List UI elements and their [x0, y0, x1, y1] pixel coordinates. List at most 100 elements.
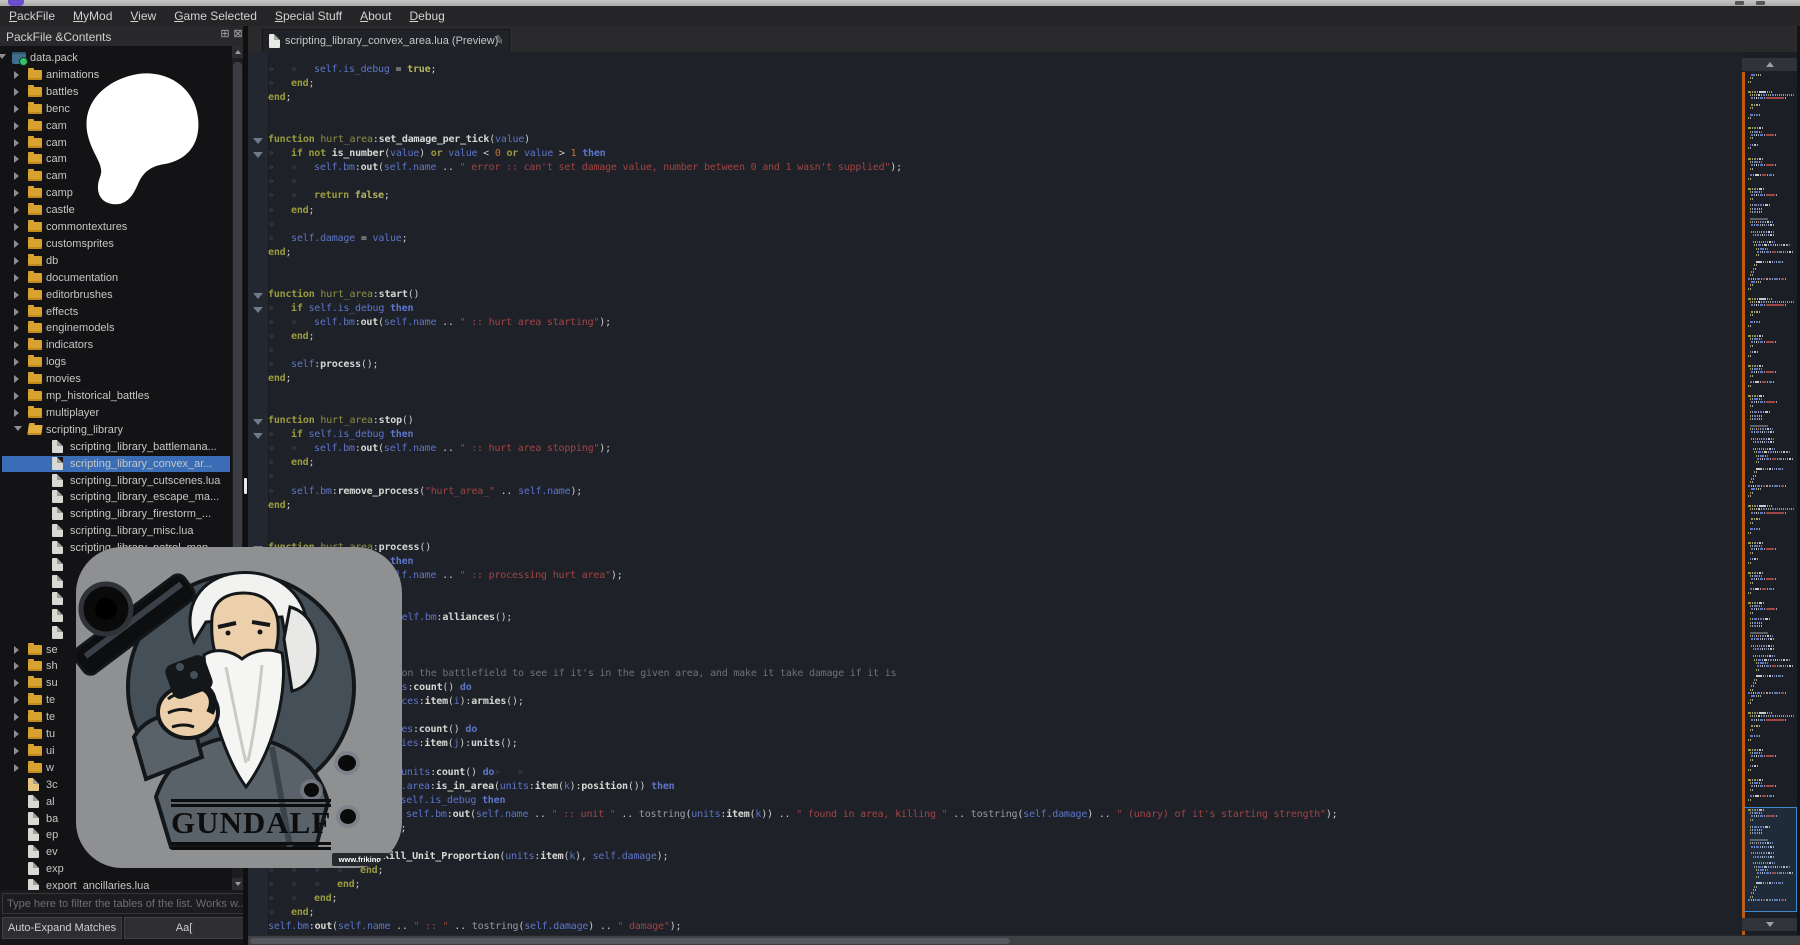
chevron-right-icon[interactable]	[14, 172, 19, 180]
tree-row-folder[interactable]: effects	[2, 304, 230, 320]
tree-scroll-down-icon[interactable]	[232, 878, 243, 890]
menu-item-special-stuff[interactable]: Special Stuff	[266, 6, 351, 26]
tree-row-folder[interactable]: enginemodels	[2, 320, 230, 336]
tree-row-folder[interactable]: data.pack	[2, 50, 230, 66]
folder-icon	[28, 712, 42, 722]
tree-row-folder[interactable]: scripting_library	[2, 422, 230, 438]
tab-scripting-library-convex-area[interactable]: scripting_library_convex_area.lua (Previ…	[262, 29, 510, 53]
chevron-right-icon[interactable]	[14, 646, 19, 654]
minimap-scrollbar[interactable]	[1742, 52, 1797, 935]
chevron-right-icon[interactable]	[14, 206, 19, 214]
gundalf-image-overlay: GUNDALF www.friking.es	[76, 547, 402, 868]
tree-row-folder[interactable]: commontextures	[2, 219, 230, 235]
chevron-right-icon[interactable]	[14, 274, 19, 282]
tree-row-file[interactable]: export_ancillaries.lua	[2, 878, 230, 890]
chevron-right-icon[interactable]	[14, 713, 19, 721]
code-content[interactable]: »»self.is_debug = true;»end;end;function…	[248, 52, 1742, 935]
tree-row-folder[interactable]: indicators	[2, 337, 230, 353]
folder-icon	[28, 408, 42, 418]
menu-item-mymod[interactable]: MyMod	[64, 6, 121, 26]
menu-item-about[interactable]: About	[351, 6, 400, 26]
bullet-hole	[338, 755, 356, 771]
tree-row-file[interactable]: scripting_library_firestorm_...	[2, 506, 230, 522]
chevron-right-icon[interactable]	[14, 71, 19, 79]
chevron-right-icon[interactable]	[14, 679, 19, 687]
tree-filter-input[interactable]	[2, 893, 248, 914]
chevron-right-icon[interactable]	[14, 105, 19, 113]
tree-row-folder[interactable]: editorbrushes	[2, 287, 230, 303]
chevron-down-icon[interactable]	[0, 54, 6, 59]
tree-row-folder[interactable]: db	[2, 253, 230, 269]
tree-row-file[interactable]: scripting_library_cutscenes.lua	[2, 473, 230, 489]
tree-row-file[interactable]: scripting_library_misc.lua	[2, 523, 230, 539]
code-line: »end;	[268, 907, 314, 921]
chevron-right-icon[interactable]	[14, 358, 19, 366]
chevron-right-icon[interactable]	[14, 189, 19, 197]
code-line: »self:process();	[268, 359, 378, 373]
tree-item-label: battles	[46, 86, 78, 98]
menu-item-packfile[interactable]: PackFile	[0, 6, 64, 26]
code-editor[interactable]: »»self.is_debug = true;»end;end;function…	[248, 52, 1742, 935]
auto-expand-matches-button[interactable]: Auto-Expand Matches	[2, 917, 122, 939]
chevron-right-icon[interactable]	[14, 392, 19, 400]
menu-item-view[interactable]: View	[121, 6, 165, 26]
tree-item-label: scripting_library_misc.lua	[70, 525, 194, 537]
chevron-right-icon[interactable]	[14, 88, 19, 96]
folder-icon	[28, 256, 42, 266]
tree-row-folder[interactable]: logs	[2, 354, 230, 370]
pencil-icon[interactable]: ✎	[493, 32, 505, 48]
gundalf-title: GUNDALF	[171, 805, 331, 841]
chevron-down-icon[interactable]	[14, 426, 22, 431]
chevron-right-icon[interactable]	[14, 291, 19, 299]
window-minimize-icon[interactable]	[1735, 1, 1744, 5]
splitter-handle[interactable]	[244, 478, 247, 494]
tree-row-folder[interactable]: documentation	[2, 270, 230, 286]
chevron-right-icon[interactable]	[14, 341, 19, 349]
chevron-right-icon[interactable]	[14, 139, 19, 147]
code-line: »»self.is_debug = true;	[268, 64, 436, 78]
menu-item-debug[interactable]: Debug	[400, 6, 453, 26]
tree-row-folder[interactable]: mp_historical_battles	[2, 388, 230, 404]
editor-scroll-down-icon[interactable]	[1742, 918, 1797, 931]
chevron-right-icon[interactable]	[14, 122, 19, 130]
tree-row-file[interactable]: scripting_library_convex_ar...	[2, 456, 230, 472]
tree-row-folder[interactable]: customsprites	[2, 236, 230, 252]
window-close-icon[interactable]	[1756, 1, 1765, 5]
bullet-hole	[304, 783, 319, 797]
editor-horizontal-scrollbar[interactable]	[248, 935, 1800, 945]
tree-scroll-up-icon[interactable]	[232, 46, 243, 58]
tree-row-folder[interactable]: multiplayer	[2, 405, 230, 421]
chevron-right-icon[interactable]	[14, 764, 19, 772]
chevron-right-icon[interactable]	[14, 257, 19, 265]
tree-item-label: su	[46, 677, 58, 689]
chevron-right-icon[interactable]	[14, 696, 19, 704]
chevron-right-icon[interactable]	[14, 730, 19, 738]
chevron-right-icon[interactable]	[14, 155, 19, 163]
case-sensitive-button[interactable]: Aa[	[124, 917, 244, 939]
lua-file-icon	[52, 626, 63, 639]
lua-file-icon	[52, 457, 63, 470]
chevron-right-icon[interactable]	[14, 324, 19, 332]
tree-row-file[interactable]: scripting_library_escape_ma...	[2, 489, 230, 505]
chevron-right-icon[interactable]	[14, 747, 19, 755]
chevron-right-icon[interactable]	[14, 375, 19, 383]
chevron-right-icon[interactable]	[14, 240, 19, 248]
chevron-right-icon[interactable]	[14, 662, 19, 670]
panel-float-icon[interactable]: ⊞	[219, 28, 231, 40]
minimap-viewport-box[interactable]	[1743, 807, 1797, 912]
tree-row-folder[interactable]: movies	[2, 371, 230, 387]
horizontal-scrollbar-handle[interactable]	[250, 938, 1010, 944]
chevron-right-icon[interactable]	[14, 308, 19, 316]
tree-item-label: sh	[46, 660, 58, 672]
folder-icon	[28, 729, 42, 739]
watermark: www.friking.es	[332, 853, 398, 866]
tree-row-file[interactable]: scripting_library_battlemana...	[2, 439, 230, 455]
folder-icon	[28, 290, 42, 300]
code-line: end;	[268, 247, 291, 261]
editor-scroll-up-icon[interactable]	[1742, 58, 1797, 71]
menu-item-game-selected[interactable]: Game Selected	[165, 6, 266, 26]
tree-scrollbar-handle[interactable]	[233, 62, 242, 562]
folder-icon	[28, 645, 42, 655]
chevron-right-icon[interactable]	[14, 223, 19, 231]
chevron-right-icon[interactable]	[14, 409, 19, 417]
